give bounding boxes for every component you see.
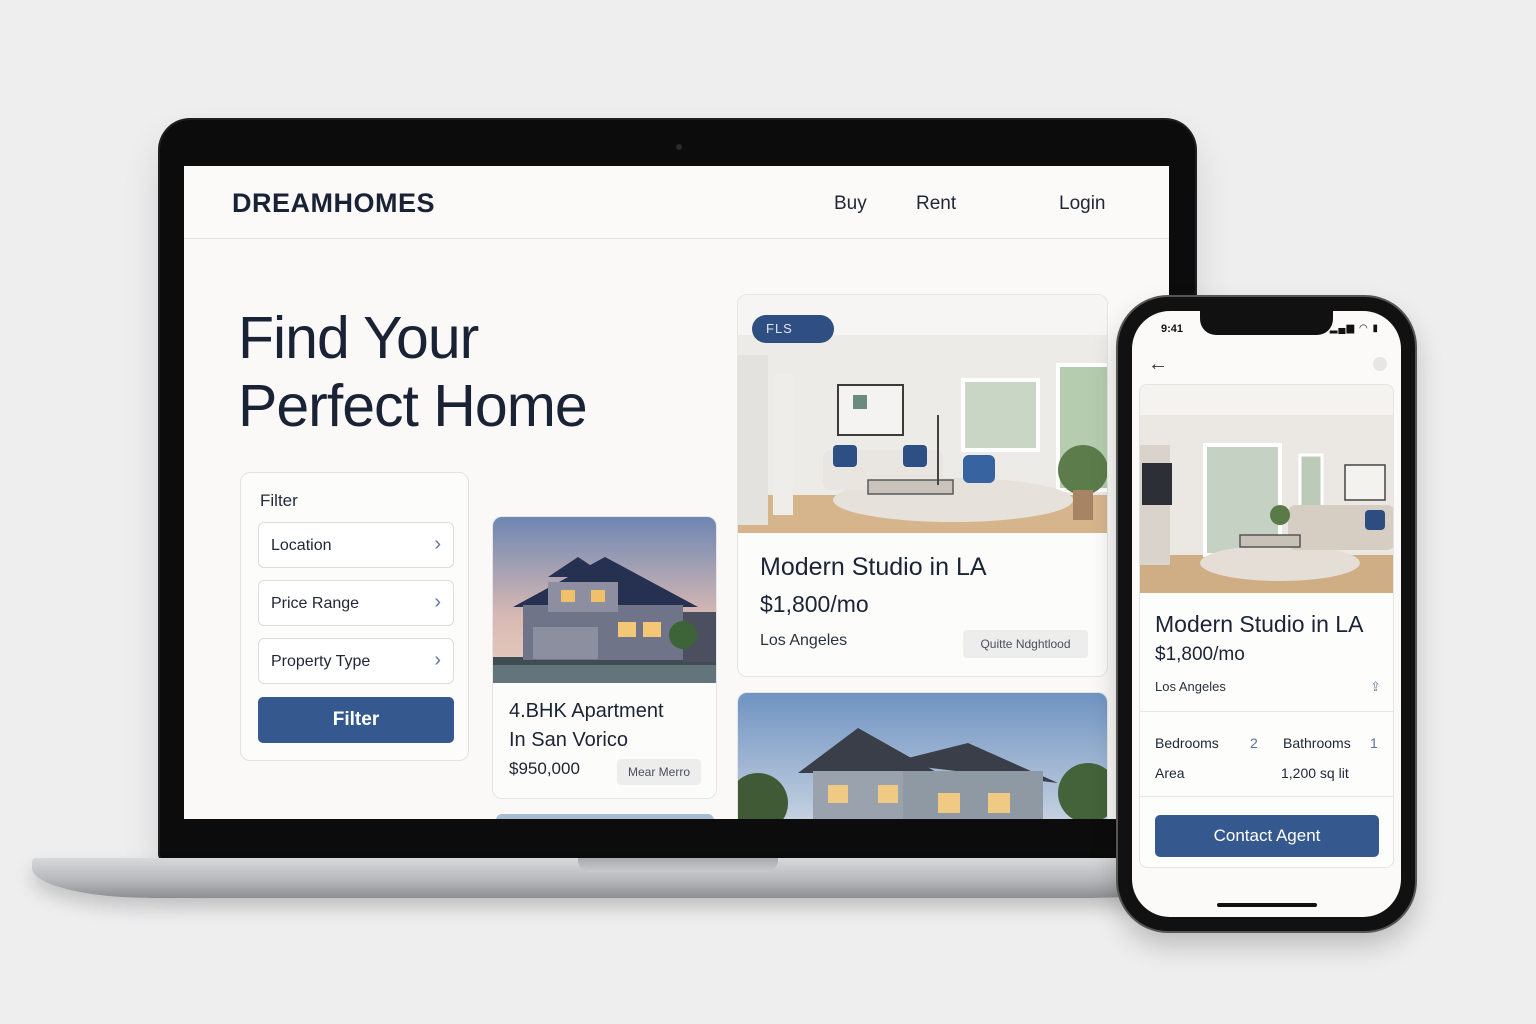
price-range-label: Price Range [271, 595, 360, 612]
nav-rent-link[interactable]: Rent [916, 193, 956, 215]
chevron-right-icon: › [434, 649, 441, 671]
listing-title-line-2: In San Vorico [509, 729, 628, 751]
location-select[interactable]: Location › [258, 522, 454, 568]
status-icons: ▂▄▆ ◠ ▮ [1329, 323, 1379, 334]
listing-tag[interactable]: Quitte Ndghtlood [963, 630, 1088, 658]
location-label: Location [271, 537, 332, 554]
contact-agent-button[interactable]: Contact Agent [1155, 815, 1379, 857]
phone-notch [1200, 311, 1333, 335]
property-detail-card: Modern Studio in LA $1,800/mo Los Angele… [1139, 384, 1394, 868]
bathrooms-label: Bathrooms [1283, 735, 1351, 751]
price-range-select[interactable]: Price Range › [258, 580, 454, 626]
divider [1140, 711, 1393, 712]
bedrooms-value: 2 [1250, 735, 1258, 751]
share-icon[interactable]: ⇪ [1370, 679, 1381, 695]
divider [1140, 796, 1393, 797]
listing-location: Los Angeles [760, 632, 848, 649]
status-time: 9:41 [1161, 323, 1184, 335]
chevron-right-icon: › [434, 533, 441, 555]
listing-title-line-1: 4.BHK Apartment [509, 700, 664, 722]
area-label: Area [1155, 765, 1185, 781]
area-value: 1,200 sq lit [1281, 765, 1349, 781]
listing-tag[interactable]: Mear Merro [617, 759, 701, 785]
home-indicator [1217, 903, 1317, 907]
menu-dot-icon[interactable] [1373, 357, 1387, 371]
laptop-screen: DREAMHOMES Buy Rent Login Find Your Perf… [184, 166, 1169, 819]
nav-login-link[interactable]: Login [1059, 193, 1106, 215]
top-nav: DREAMHOMES Buy Rent Login [184, 166, 1169, 239]
listing-price: $950,000 [509, 759, 580, 778]
hero-line-2: Perfect Home [238, 373, 588, 439]
listing-badge: FLS [752, 315, 834, 343]
chevron-right-icon: › [434, 591, 441, 613]
living-room-photo [1140, 385, 1393, 593]
filter-title: Filter [260, 491, 298, 510]
featured-listing-card[interactable]: FLS Modern Studio in LA $1,800/mo Los An… [737, 294, 1108, 677]
laptop-base-notch [578, 858, 778, 872]
bedrooms-label: Bedrooms [1155, 735, 1219, 751]
house-photo [493, 517, 716, 683]
filter-panel: Filter Location › Price Range › Property… [240, 472, 469, 761]
listing-card[interactable] [737, 692, 1108, 819]
listing-title: Modern Studio in LA [760, 553, 987, 581]
listing-title: 4.BHK Apartment In San Vorico [509, 697, 664, 755]
property-price: $1,800/mo [1155, 644, 1245, 665]
bathrooms-value: 1 [1370, 735, 1378, 751]
hero-line-1: Find Your [238, 305, 479, 371]
nav-buy-link[interactable]: Buy [834, 193, 867, 215]
listing-price: $1,800/mo [760, 591, 869, 617]
property-type-label: Property Type [271, 653, 371, 670]
brand-logo[interactable]: DREAMHOMES [232, 188, 435, 219]
hero-heading: Find Your Perfect Home [238, 304, 588, 440]
phone-screen: 9:41 ▂▄▆ ◠ ▮ ← Modern Studio in LA $1,80… [1132, 311, 1401, 917]
property-location: Los Angeles [1155, 679, 1226, 694]
back-arrow-icon[interactable]: ← [1148, 353, 1168, 376]
laptop-camera [676, 144, 682, 150]
filter-button[interactable]: Filter [258, 697, 454, 743]
property-type-select[interactable]: Property Type › [258, 638, 454, 684]
property-title: Modern Studio in LA [1155, 611, 1364, 637]
house-photo [738, 693, 1107, 819]
listing-card[interactable]: 4.BHK Apartment In San Vorico $950,000 M… [492, 516, 717, 799]
next-card-peek [496, 814, 714, 819]
